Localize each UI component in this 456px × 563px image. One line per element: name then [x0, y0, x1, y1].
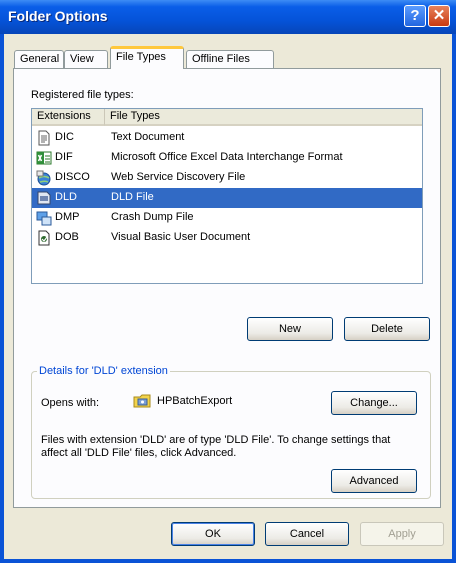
help-icon: ? — [410, 7, 420, 24]
registered-file-types-label: Registered file types: — [31, 89, 134, 101]
row-file-type: DLD File — [111, 191, 154, 203]
new-button[interactable]: New — [247, 317, 333, 341]
tab-offline-files[interactable]: Offline Files — [186, 50, 274, 68]
close-button[interactable]: ✕ — [428, 5, 450, 27]
tab-label: File Types — [116, 51, 166, 63]
tab-label: General — [20, 53, 60, 65]
row-extension: DIF — [55, 151, 73, 163]
row-extension: DIC — [55, 131, 74, 143]
list-item[interactable]: DIF Microsoft Office Excel Data Intercha… — [32, 148, 422, 168]
text-document-icon — [38, 130, 50, 146]
dld-file-icon — [37, 191, 51, 205]
list-item[interactable]: DIC Text Document — [32, 128, 422, 148]
window-title: Folder Options — [8, 8, 108, 24]
advanced-button[interactable]: Advanced — [331, 469, 417, 493]
cancel-button[interactable]: Cancel — [265, 522, 349, 546]
file-types-list[interactable]: Extensions File Types DIC Text Document … — [31, 108, 423, 284]
row-extension: DOB — [55, 231, 79, 243]
opens-with-app-name: HPBatchExport — [157, 395, 233, 407]
column-header-label: File Types — [110, 110, 160, 122]
list-item[interactable]: DOB Visual Basic User Document — [32, 228, 422, 248]
row-file-type: Microsoft Office Excel Data Interchange … — [111, 151, 343, 163]
title-bar[interactable]: Folder Options ? ✕ — [0, 0, 456, 34]
details-description: Files with extension 'DLD' are of type '… — [41, 434, 391, 459]
tab-label: View — [70, 53, 94, 65]
row-extension: DMP — [55, 211, 80, 223]
row-extension: DLD — [55, 191, 78, 203]
column-header-label: Extensions — [37, 110, 91, 122]
tab-file-types[interactable]: File Types — [110, 46, 184, 69]
delete-button[interactable]: Delete — [344, 317, 430, 341]
list-item[interactable]: DMP Crash Dump File — [32, 208, 422, 228]
column-header-file-types[interactable]: File Types — [105, 109, 422, 126]
file-types-panel: Registered file types: Extensions File T… — [13, 68, 441, 508]
list-item-selected[interactable]: DLD DLD File — [32, 188, 422, 208]
change-button[interactable]: Change... — [331, 391, 417, 415]
app-icon — [133, 394, 151, 408]
list-header: Extensions File Types — [32, 109, 422, 126]
column-header-extensions[interactable]: Extensions — [32, 109, 105, 126]
crash-dump-icon — [36, 211, 52, 226]
tab-general[interactable]: General — [14, 50, 64, 68]
close-icon: ✕ — [432, 7, 446, 24]
row-file-type: Crash Dump File — [111, 211, 194, 223]
row-file-type: Web Service Discovery File — [111, 171, 246, 183]
ok-button[interactable]: OK — [171, 522, 255, 546]
opens-with-label: Opens with: — [41, 397, 100, 409]
dialog-body: General View File Types Offline Files Re… — [4, 34, 452, 559]
web-service-icon — [36, 170, 51, 186]
apply-button[interactable]: Apply — [360, 522, 444, 546]
tab-label: Offline Files — [192, 53, 250, 65]
folder-options-window: Folder Options ? ✕ General View File Typ… — [0, 0, 456, 563]
help-button[interactable]: ? — [404, 5, 426, 27]
row-file-type: Visual Basic User Document — [111, 231, 251, 243]
tab-view[interactable]: View — [64, 50, 108, 68]
list-item[interactable]: DISCO Web Service Discovery File — [32, 168, 422, 188]
details-title: Details for 'DLD' extension — [37, 365, 170, 377]
excel-icon — [36, 151, 52, 165]
vb-document-icon — [38, 230, 50, 246]
row-extension: DISCO — [55, 171, 90, 183]
row-file-type: Text Document — [111, 131, 185, 143]
